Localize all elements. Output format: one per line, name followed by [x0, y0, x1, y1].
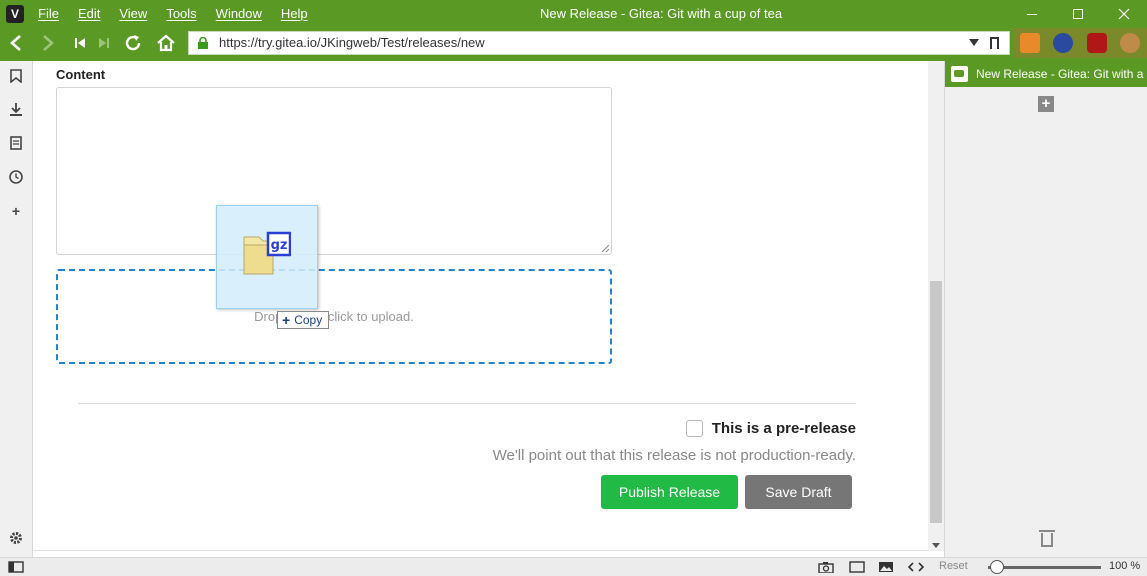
tab-title: New Release - Gitea: Git with a cup of t…	[976, 67, 1147, 81]
window-controls	[1009, 0, 1147, 28]
url-text[interactable]: https://try.gitea.io/JKingweb/Test/relea…	[219, 32, 485, 54]
drag-preview: gz	[216, 205, 318, 309]
dropzone-text: Drop files or click to upload.	[254, 309, 414, 324]
gz-archive-icon: gz	[243, 231, 291, 275]
file-badge: gz	[271, 238, 288, 253]
close-button[interactable]	[1101, 0, 1147, 28]
new-tab-button[interactable]: +	[1038, 96, 1054, 112]
prerelease-help-text: We'll point out that this release is not…	[492, 447, 856, 464]
notes-panel-icon[interactable]	[8, 135, 24, 151]
settings-icon[interactable]	[8, 530, 24, 546]
password-manager-icon[interactable]	[1053, 33, 1073, 53]
extensions-area	[1014, 28, 1147, 58]
prerelease-checkbox[interactable]	[685, 420, 703, 437]
save-draft-button[interactable]: Save Draft	[745, 475, 852, 509]
page-actions-icon[interactable]	[908, 560, 924, 574]
downloads-panel-icon[interactable]	[8, 101, 24, 117]
maximize-button[interactable]	[1055, 0, 1101, 28]
tab-panel: New Release - Gitea: Git with a cup of t…	[944, 61, 1147, 557]
download-icon	[10, 103, 22, 116]
ublock-origin-icon[interactable]	[1087, 33, 1107, 53]
tab-new-release[interactable]: New Release - Gitea: Git with a cup of t…	[945, 61, 1147, 87]
copy-tooltip: + Copy	[277, 311, 330, 329]
window-icon	[849, 561, 865, 573]
minimize-icon	[1027, 13, 1037, 15]
bookmarks-panel-icon[interactable]	[8, 68, 24, 84]
file-dropzone[interactable]: Drop files or click to upload.	[56, 269, 612, 364]
maximize-icon	[1073, 9, 1083, 19]
bookmark-outline-icon	[10, 69, 22, 83]
add-panel-icon[interactable]: +	[8, 203, 24, 219]
capture-icon[interactable]	[818, 560, 834, 574]
prerelease-field: This is a pre-release	[685, 420, 856, 437]
menu-tools[interactable]: Tools	[166, 0, 196, 28]
content-label: Content	[56, 67, 106, 82]
trash-icon[interactable]	[1039, 530, 1055, 547]
back-arrow-icon	[10, 35, 21, 51]
zoom-reset-button[interactable]: Reset	[939, 560, 968, 572]
url-dropdown-icon[interactable]	[969, 39, 979, 46]
fast-forward-button[interactable]	[92, 31, 116, 55]
plus-icon: +	[282, 312, 291, 328]
zoom-level: 100 %	[1109, 560, 1141, 572]
side-panel: +	[0, 61, 33, 557]
prerelease-label[interactable]: This is a pre-release	[712, 420, 856, 437]
window-title: New Release - Gitea: Git with a cup of t…	[540, 6, 783, 21]
menu-help[interactable]: Help	[281, 0, 308, 28]
panel-toggle-glyph	[8, 561, 24, 573]
gear-icon	[10, 532, 22, 544]
cookie-icon[interactable]	[1120, 33, 1140, 53]
page-content: Content Drop files or click to upload. T…	[34, 61, 928, 551]
notes-icon	[10, 136, 22, 150]
rewind-button[interactable]	[68, 31, 92, 55]
scrollbar-thumb[interactable]	[930, 281, 942, 523]
publish-release-button[interactable]: Publish Release	[601, 475, 738, 509]
divider	[78, 403, 856, 404]
title-bar: V File Edit View Tools Window Help New R…	[0, 0, 1147, 28]
forward-button[interactable]	[36, 31, 60, 55]
home-icon	[157, 34, 175, 52]
forward-arrow-icon	[43, 35, 54, 51]
lock-icon	[198, 37, 208, 49]
resize-grip-icon[interactable]	[601, 244, 609, 252]
content-textarea[interactable]	[56, 87, 612, 255]
close-icon	[1118, 8, 1130, 20]
home-button[interactable]	[154, 31, 178, 55]
minimize-button[interactable]	[1009, 0, 1055, 28]
menu-window[interactable]: Window	[216, 0, 262, 28]
address-bar[interactable]: https://try.gitea.io/JKingweb/Test/relea…	[188, 31, 1010, 55]
back-button[interactable]	[4, 31, 28, 55]
scroll-down-arrow-icon[interactable]	[932, 543, 940, 548]
code-brackets-icon	[908, 562, 924, 572]
menu-file[interactable]: File	[38, 0, 59, 28]
fast-forward-icon	[99, 38, 109, 48]
bookmark-icon[interactable]	[990, 37, 999, 49]
gitea-favicon-icon	[951, 66, 968, 82]
zoom-slider[interactable]	[988, 566, 1101, 569]
zoom-slider-knob[interactable]	[990, 560, 1004, 574]
panel-toggle-icon[interactable]	[8, 560, 24, 574]
reload-icon	[125, 35, 141, 51]
page-scrollbar[interactable]	[928, 61, 944, 551]
reload-button[interactable]	[121, 31, 145, 55]
vivaldi-logo-icon[interactable]: V	[6, 5, 24, 23]
images-toggle-icon[interactable]	[878, 560, 894, 574]
rss-feed-icon[interactable]	[1020, 33, 1040, 53]
menu-edit[interactable]: Edit	[78, 0, 100, 28]
camera-icon	[818, 562, 834, 573]
history-panel-icon[interactable]	[8, 169, 24, 185]
menu-view[interactable]: View	[119, 0, 147, 28]
clock-icon	[9, 170, 23, 184]
rewind-icon	[75, 38, 85, 48]
image-icon	[879, 562, 893, 572]
copy-label: Copy	[294, 313, 323, 327]
menu-bar: File Edit View Tools Window Help	[38, 0, 327, 28]
page-bottom-border	[34, 550, 928, 551]
navigation-bar: https://try.gitea.io/JKingweb/Test/relea…	[0, 28, 1147, 58]
tile-icon[interactable]	[849, 560, 865, 574]
status-bar: Reset 100 %	[0, 557, 1147, 576]
